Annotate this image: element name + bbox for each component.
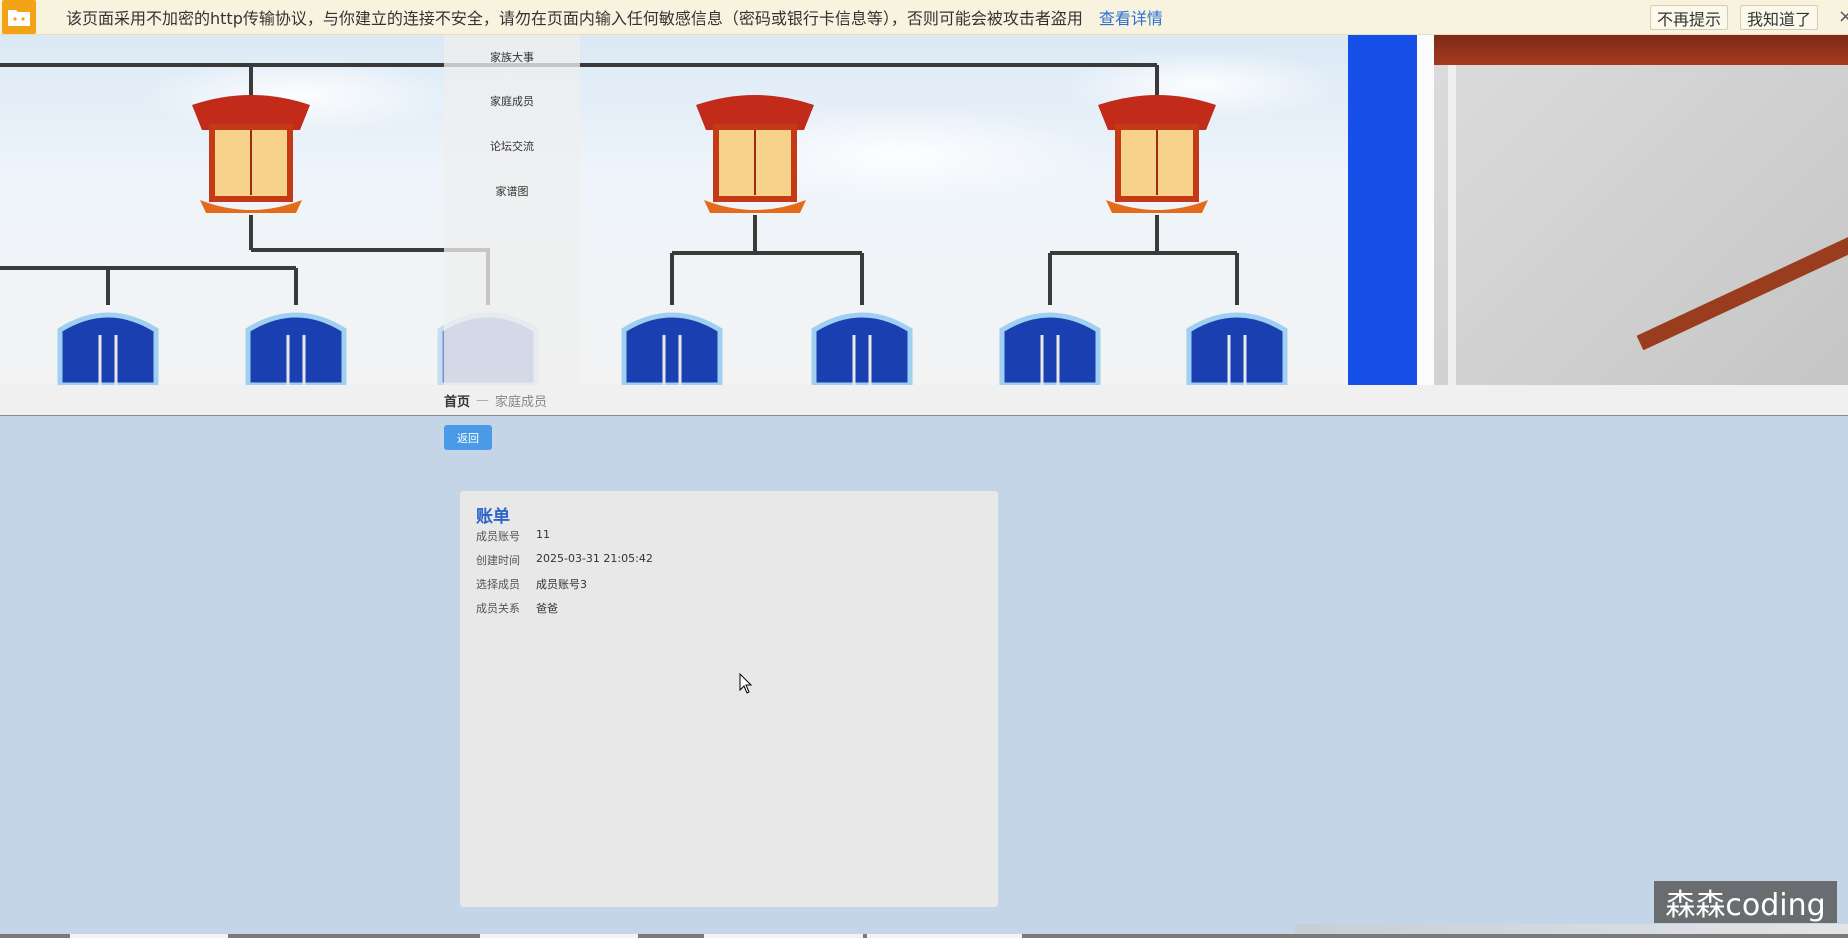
taskbar-segment: [0, 934, 70, 938]
nav-item-family-members[interactable]: 家庭成员: [444, 93, 580, 109]
banner-right-top-border: [1434, 35, 1848, 65]
breadcrumb-home[interactable]: 首页: [444, 391, 470, 410]
detail-label: 选择成员: [476, 578, 520, 591]
card-title: 账单: [476, 507, 510, 527]
detail-value: 11: [536, 528, 550, 541]
close-icon[interactable]: ×: [1838, 6, 1848, 27]
nav-item-forum[interactable]: 论坛交流: [444, 138, 580, 154]
watermark: 森森coding: [1654, 881, 1837, 923]
main-nav-menu: 家族大事 家庭成员 论坛交流 家谱图: [444, 35, 580, 385]
detail-row-created-time: 创建时间 2025-03-31 21:05:42: [476, 552, 653, 568]
folder-warning-icon: [2, 0, 36, 34]
banner-right-strip: [1448, 65, 1456, 385]
family-tree-graphic: [0, 50, 1340, 385]
banner-divider: [1417, 35, 1434, 385]
detail-label: 成员账号: [476, 530, 520, 543]
nav-item-family-tree[interactable]: 家谱图: [444, 183, 580, 199]
taskbar-segment: [1022, 934, 1848, 938]
red-lantern-3: [1098, 95, 1216, 213]
red-lantern-1: [192, 95, 310, 213]
detail-label: 创建时间: [476, 554, 520, 567]
red-lantern-2: [696, 95, 814, 213]
detail-row-relation: 成员关系 爸爸: [476, 600, 558, 616]
detail-card: 账单 成员账号 11 创建时间 2025-03-31 21:05:42 选择成员…: [460, 491, 998, 907]
back-button[interactable]: 返回: [444, 425, 492, 450]
taskbar-segment: [638, 934, 704, 938]
detail-row-member: 选择成员 成员账号3: [476, 576, 587, 592]
detail-row-account: 成员账号 11: [476, 528, 550, 544]
banner-blue-panel: [1348, 35, 1417, 385]
got-it-button[interactable]: 我知道了: [1740, 5, 1819, 30]
breadcrumb-separator: —: [476, 393, 490, 408]
mouse-cursor-icon: [739, 673, 753, 694]
bottom-shadow: [1295, 924, 1848, 934]
breadcrumb-current: 家庭成员: [495, 395, 548, 410]
detail-value: 爸爸: [536, 602, 558, 615]
taskbar-segment: [228, 934, 480, 938]
dont-show-again-button[interactable]: 不再提示: [1650, 5, 1729, 30]
detail-value: 成员账号3: [536, 578, 587, 591]
warning-text: 该页面采用不加密的http传输协议，与你建立的连接不安全，请勿在页面内输入任何敏…: [66, 9, 1083, 28]
view-details-link[interactable]: 查看详情: [1099, 5, 1163, 29]
breadcrumb: 首页 — 家庭成员: [444, 391, 547, 410]
taskbar-segment: [863, 934, 867, 938]
security-warning-bar: 该页面采用不加密的http传输协议，与你建立的连接不安全，请勿在页面内输入任何敏…: [0, 0, 1848, 35]
detail-label: 成员关系: [476, 602, 520, 615]
detail-value: 2025-03-31 21:05:42: [536, 552, 653, 565]
family-tree-banner: [0, 35, 1848, 385]
nav-item-family-events[interactable]: 家族大事: [444, 49, 580, 65]
breadcrumb-bar: 首页 — 家庭成员: [0, 385, 1848, 416]
